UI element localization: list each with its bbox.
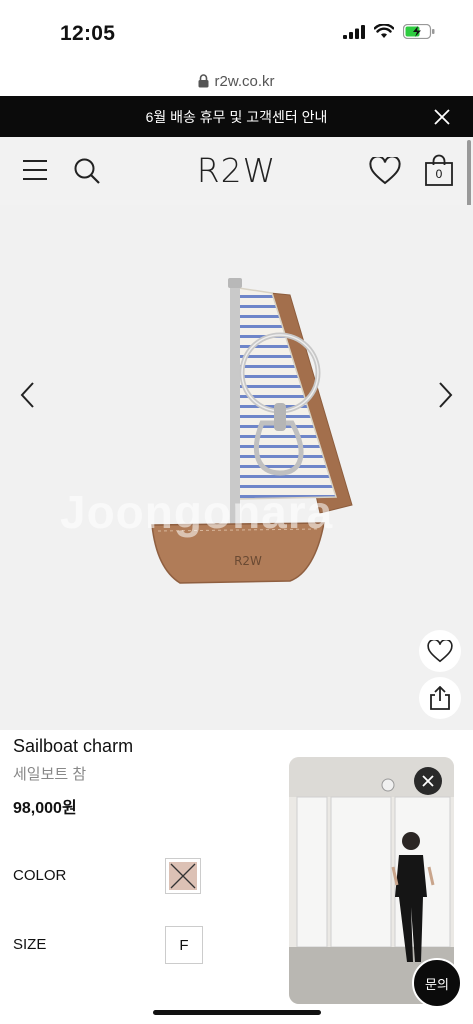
- home-indicator[interactable]: [153, 1010, 321, 1015]
- browser-url-bar[interactable]: r2w.co.kr: [0, 66, 473, 96]
- announcement-banner[interactable]: 6월 배송 휴무 및 고객센터 안내: [0, 96, 473, 137]
- cart-count: 0: [435, 167, 443, 181]
- announcement-text[interactable]: 6월 배송 휴무 및 고객센터 안내: [146, 107, 328, 127]
- color-label: COLOR: [13, 867, 67, 884]
- wifi-icon: [374, 24, 394, 38]
- signal-icon: [343, 24, 365, 39]
- swatch-fill: [169, 862, 197, 890]
- product-price: 98,000원: [13, 800, 77, 817]
- status-bar: 12:05: [0, 0, 473, 66]
- scrollbar[interactable]: [467, 140, 471, 208]
- inquiry-button[interactable]: 문의: [412, 958, 462, 1008]
- chevron-right-icon[interactable]: [435, 380, 455, 410]
- svg-text:R2W: R2W: [234, 554, 262, 568]
- video-close-button[interactable]: [414, 767, 442, 795]
- boat-logo: R2W: [234, 554, 262, 568]
- product-image-gallery[interactable]: R2W Joongonara: [0, 205, 473, 730]
- sold-out-cross-icon: [170, 863, 196, 889]
- watermark: Joongonara: [60, 486, 334, 538]
- color-swatch[interactable]: [165, 858, 201, 894]
- close-icon: [422, 775, 434, 787]
- site-header: R2W 0: [0, 137, 473, 205]
- product-name-korean: 세일보트 참: [13, 766, 87, 783]
- close-icon[interactable]: [433, 108, 451, 126]
- status-time: 12:05: [60, 22, 116, 45]
- url-text: r2w.co.kr: [214, 72, 275, 90]
- wishlist-icon[interactable]: [369, 157, 401, 185]
- product-name: Sailboat charm: [13, 736, 134, 756]
- share-icon: [430, 686, 450, 710]
- status-icons: [343, 24, 435, 39]
- share-button[interactable]: [419, 677, 461, 719]
- size-option[interactable]: F: [165, 926, 203, 964]
- heart-icon: [427, 639, 453, 662]
- battery-icon: [403, 24, 435, 39]
- product-info: Sailboat charm 세일보트 참 98,000원: [13, 736, 133, 818]
- chevron-left-icon[interactable]: [18, 380, 38, 410]
- brand-logo[interactable]: R2W: [0, 151, 473, 190]
- size-label: SIZE: [13, 936, 47, 953]
- lock-icon: [198, 74, 209, 88]
- sailboat-charm-image: [151, 278, 353, 584]
- wishlist-float-button[interactable]: [419, 630, 461, 672]
